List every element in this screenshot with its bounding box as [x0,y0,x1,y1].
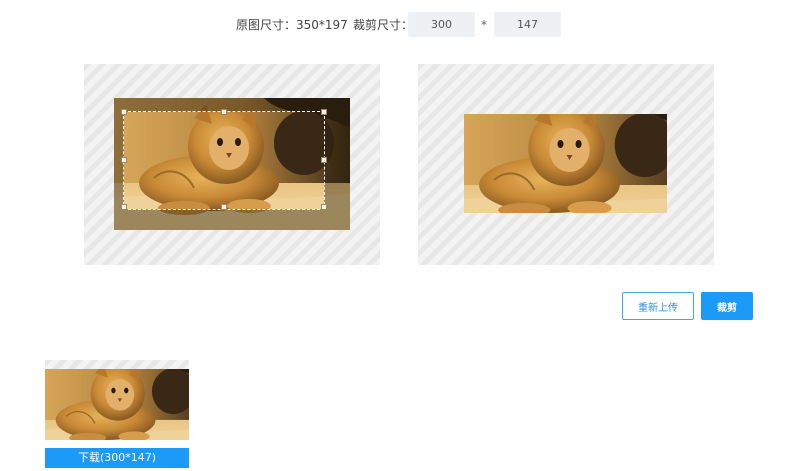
preview-image [464,114,667,213]
crop-handle-middle-left[interactable] [121,157,127,163]
cropped-result: 下载(300*147) [45,360,189,468]
crop-size-bar: 原图尺寸：350*197 裁剪尺寸： * [0,12,800,38]
crop-size-label: 裁剪尺寸： [353,18,414,32]
crop-height-input[interactable] [494,12,561,37]
crop-selection-box[interactable] [123,111,325,210]
crop-handle-top-left[interactable] [121,109,127,115]
crop-width-input[interactable] [408,12,475,37]
crop-editor-panel [84,64,380,265]
crop-handle-bottom-right[interactable] [321,204,327,210]
crop-handle-top-right[interactable] [321,109,327,115]
original-size-label: 原图尺寸：350*197 [236,18,348,32]
crop-handle-bottom-center[interactable] [221,204,227,210]
source-image [114,98,350,230]
reupload-button[interactable]: 重新上传 [622,292,694,320]
crop-preview-panel [418,64,714,265]
download-button[interactable]: 下载(300*147) [45,448,189,468]
crop-handle-bottom-left[interactable] [121,204,127,210]
crop-handle-middle-right[interactable] [321,157,327,163]
crop-button[interactable]: 裁剪 [701,292,753,320]
crop-handle-top-center[interactable] [221,109,227,115]
result-image [45,369,189,440]
size-separator: * [481,18,487,32]
